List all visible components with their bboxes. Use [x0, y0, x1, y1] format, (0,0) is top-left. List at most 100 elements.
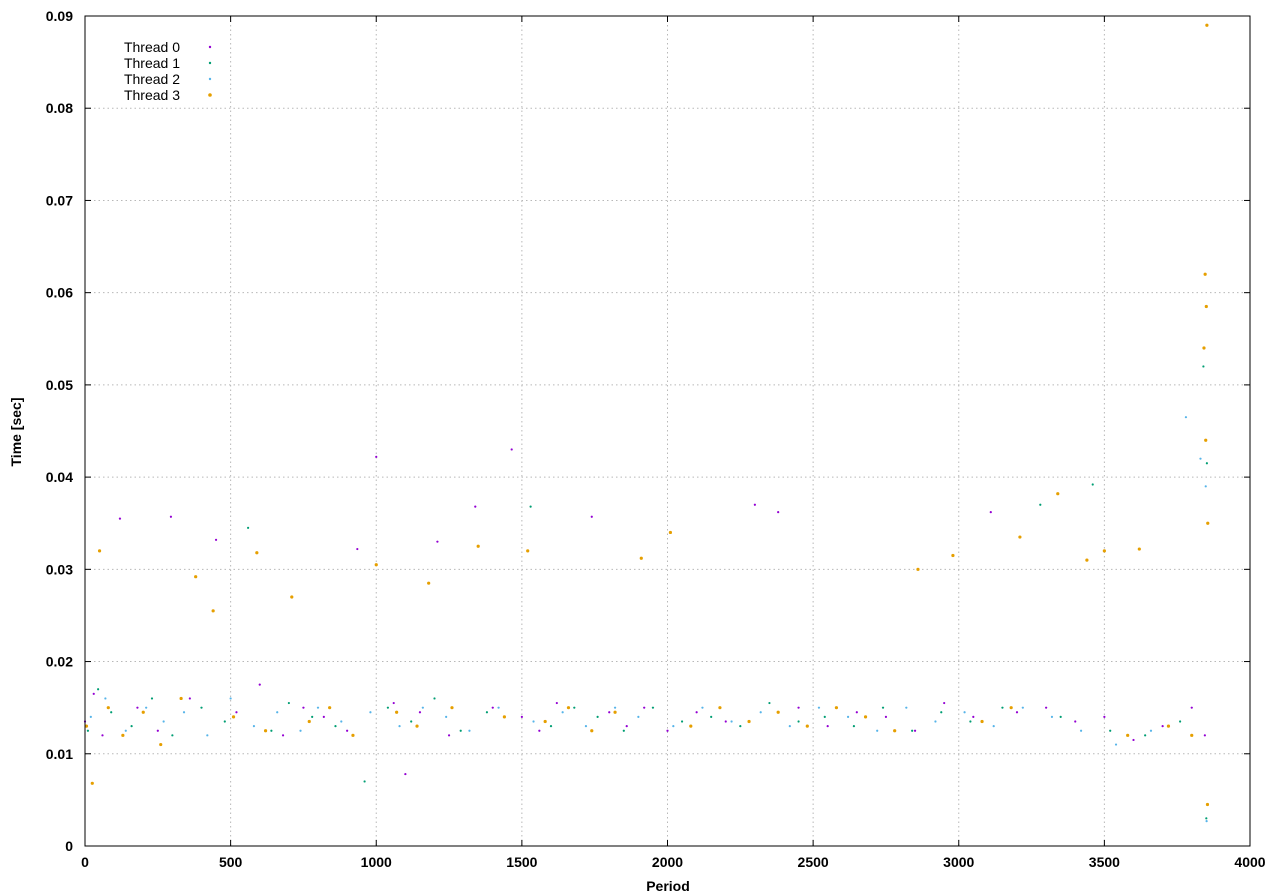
data-point [788, 725, 791, 728]
data-point [1205, 462, 1208, 465]
data-point [1109, 729, 1112, 732]
data-point [753, 503, 756, 506]
data-point [680, 720, 684, 723]
data-point [445, 715, 448, 718]
data-point [710, 715, 713, 718]
data-point [276, 711, 279, 714]
data-point [730, 720, 733, 723]
x-tick-label: 2000 [652, 854, 683, 870]
data-point [214, 538, 218, 541]
data-point [1074, 720, 1077, 723]
data-point [916, 567, 920, 571]
legend-marker [208, 77, 212, 81]
data-point [1059, 715, 1062, 718]
data-point [747, 719, 751, 724]
data-point [672, 725, 675, 728]
legend-marker [208, 45, 212, 49]
data-point [162, 720, 165, 723]
data-point [1149, 729, 1153, 732]
data-point [1184, 416, 1188, 419]
data-point [1045, 706, 1048, 709]
data-point [485, 711, 489, 714]
x-tick-label: 1000 [361, 854, 392, 870]
legend-label: Thread 3 [124, 87, 180, 103]
legend-label: Thread 2 [124, 71, 180, 87]
data-point [290, 595, 294, 599]
data-point [1091, 483, 1094, 486]
data-point [101, 734, 104, 737]
data-point [1204, 438, 1208, 442]
data-point [718, 706, 722, 710]
data-point [369, 711, 372, 714]
data-point [905, 706, 908, 709]
data-point [374, 563, 378, 567]
data-point [281, 734, 285, 737]
data-point [1206, 521, 1210, 525]
data-point [124, 729, 127, 732]
data-point [823, 715, 826, 718]
data-point [532, 720, 535, 723]
data-point [106, 706, 110, 710]
data-point [876, 729, 879, 732]
y-tick-label: 0 [65, 838, 73, 854]
data-point [136, 706, 139, 709]
data-point [410, 720, 413, 723]
data-point [768, 701, 771, 705]
legend-marker [208, 61, 212, 65]
y-tick-label: 0.02 [46, 654, 73, 670]
scatter-chart: 0 500 1000 1500 2000 2500 3000 3500 4000 0 0.01 0.… [0, 0, 1280, 896]
data-point [1205, 820, 1208, 823]
data-point [145, 706, 148, 709]
data-point [235, 711, 238, 714]
data-point [1203, 734, 1206, 737]
data-point [759, 711, 762, 714]
data-point [433, 697, 436, 700]
data-point [468, 729, 471, 732]
x-tick-label: 4000 [1234, 854, 1265, 870]
data-point [881, 706, 885, 709]
legend-marker [208, 93, 212, 97]
data-point [206, 734, 209, 737]
data-point [1205, 817, 1208, 820]
x-tick-label: 0 [81, 854, 89, 870]
data-point [171, 734, 174, 737]
data-point [130, 725, 133, 728]
data-point [1085, 558, 1089, 562]
data-point [538, 729, 541, 732]
data-point [613, 706, 617, 709]
data-point [328, 706, 332, 710]
data-point [863, 715, 868, 719]
data-point [972, 715, 975, 718]
data-point [263, 729, 268, 733]
data-point [1190, 706, 1193, 709]
data-point [363, 780, 366, 783]
data-point [159, 742, 163, 747]
data-point [951, 553, 955, 558]
data-point [555, 701, 558, 705]
data-point [316, 706, 320, 709]
y-tick-label: 0.03 [46, 561, 73, 577]
data-point [989, 511, 992, 514]
data-point [992, 725, 995, 728]
data-point [287, 701, 290, 705]
data-point [526, 549, 530, 553]
data-point [639, 556, 643, 560]
data-point [1015, 711, 1019, 714]
data-point [776, 710, 780, 714]
x-tick-label: 1500 [506, 854, 537, 870]
legend-label: Thread 1 [124, 55, 180, 71]
data-point [1166, 724, 1171, 728]
data-point [418, 711, 422, 714]
data-point [1009, 706, 1013, 710]
data-point [1079, 729, 1083, 732]
data-point [596, 715, 599, 718]
data-point [1114, 743, 1118, 746]
data-point [1202, 346, 1206, 350]
data-point [1103, 715, 1106, 718]
data-point [549, 725, 553, 728]
data-point [299, 729, 302, 732]
data-point [121, 733, 125, 737]
data-point [491, 706, 494, 709]
data-point [351, 733, 355, 737]
data-point [1190, 733, 1194, 737]
